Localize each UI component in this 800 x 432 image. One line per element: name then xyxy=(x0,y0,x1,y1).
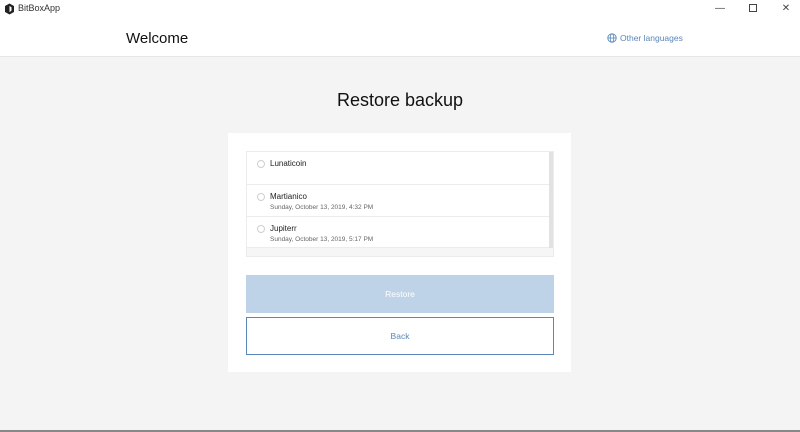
restore-button[interactable]: Restore xyxy=(246,275,554,313)
header-title: Welcome xyxy=(126,30,189,47)
language-link-label: Other languages xyxy=(620,33,683,43)
close-button[interactable]: ✕ xyxy=(768,0,800,18)
backup-item[interactable]: Lunaticoin xyxy=(247,152,550,185)
page-title: Restore backup xyxy=(336,90,464,110)
backup-name: Jupiterr xyxy=(270,224,297,233)
radio-button[interactable] xyxy=(257,193,265,201)
backup-list[interactable]: Lunaticoin Martianico Sunday, October 13… xyxy=(246,151,554,257)
backup-date: Sunday, October 13, 2019, 4:32 PM xyxy=(270,204,374,211)
header: Welcome Other languages xyxy=(0,18,800,57)
maximize-button[interactable] xyxy=(735,0,771,18)
language-selector[interactable]: Other languages xyxy=(607,33,683,43)
back-button[interactable]: Back xyxy=(246,317,554,355)
backup-item[interactable]: Martianico Sunday, October 13, 2019, 4:3… xyxy=(247,185,550,217)
maximize-icon xyxy=(749,4,757,13)
minimize-button[interactable]: — xyxy=(702,0,738,18)
list-scrollbar[interactable] xyxy=(549,152,553,248)
radio-button[interactable] xyxy=(257,160,265,168)
globe-icon xyxy=(607,33,617,43)
bitbox-logo-icon xyxy=(5,3,14,15)
backup-name: Martianico xyxy=(270,192,307,201)
radio-button[interactable] xyxy=(257,225,265,233)
backup-name: Lunaticoin xyxy=(270,159,307,168)
title-bar: BitBoxApp — ✕ xyxy=(0,0,800,18)
window-title: BitBoxApp xyxy=(18,3,61,13)
backup-item[interactable]: Jupiterr Sunday, October 13, 2019, 5:17 … xyxy=(247,217,550,248)
backup-date: Sunday, October 13, 2019, 5:17 PM xyxy=(270,236,374,243)
